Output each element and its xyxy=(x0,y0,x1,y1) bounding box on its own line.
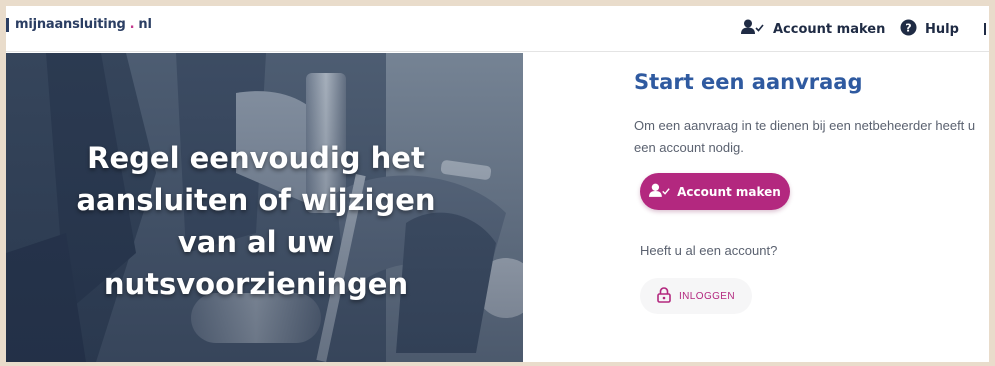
hero-heading: Regel eenvoudig het aansluiten of wijzig… xyxy=(36,137,476,305)
lock-icon xyxy=(657,286,671,306)
site-header: mijnaansluiting. nl Account maken ? Hulp xyxy=(6,6,989,52)
account-maken-button[interactable]: Account maken xyxy=(640,173,790,210)
user-check-icon xyxy=(649,183,671,201)
hero-line-1: Regel eenvoudig het xyxy=(87,141,425,175)
logo-mark xyxy=(6,17,9,32)
login-button-label: INLOGGEN xyxy=(679,290,735,302)
logo-dot: . xyxy=(129,17,135,32)
hero-image: Regel eenvoudig het aansluiten of wijzig… xyxy=(6,53,523,362)
nav-help-label: Hulp xyxy=(925,21,959,37)
page-frame: mijnaansluiting.nl Account maken ? Hulp xyxy=(6,6,989,362)
help-circle-icon: ? xyxy=(900,19,917,40)
hero-line-2: aansluiten of wijzigen xyxy=(76,183,436,217)
hero-line-3: van al uw xyxy=(177,225,335,259)
svg-text:?: ? xyxy=(905,21,911,34)
account-button-label: Account maken xyxy=(677,184,781,199)
start-request-panel: Start een aanvraag Om een aanvraag in te… xyxy=(634,53,989,362)
nav-account-link[interactable]: Account maken xyxy=(741,6,885,52)
panel-title: Start een aanvraag xyxy=(634,70,863,94)
have-account-text: Heeft u al een account? xyxy=(640,243,778,258)
user-check-icon xyxy=(741,19,765,39)
nav-account-label: Account maken xyxy=(773,21,886,37)
logo-tld: nl xyxy=(138,17,152,32)
logo-main: mijnaansluiting xyxy=(15,17,126,32)
nav-more-item[interactable] xyxy=(984,6,989,52)
hero-line-4: nutsvoorzieningen xyxy=(103,267,409,301)
logo[interactable]: mijnaansluiting. nl xyxy=(6,17,152,32)
more-icon xyxy=(984,23,986,35)
nav-help-link[interactable]: ? Hulp xyxy=(900,6,959,52)
login-button[interactable]: INLOGGEN xyxy=(640,278,752,314)
panel-description: Om een aanvraag in te dienen bij een net… xyxy=(634,118,976,155)
